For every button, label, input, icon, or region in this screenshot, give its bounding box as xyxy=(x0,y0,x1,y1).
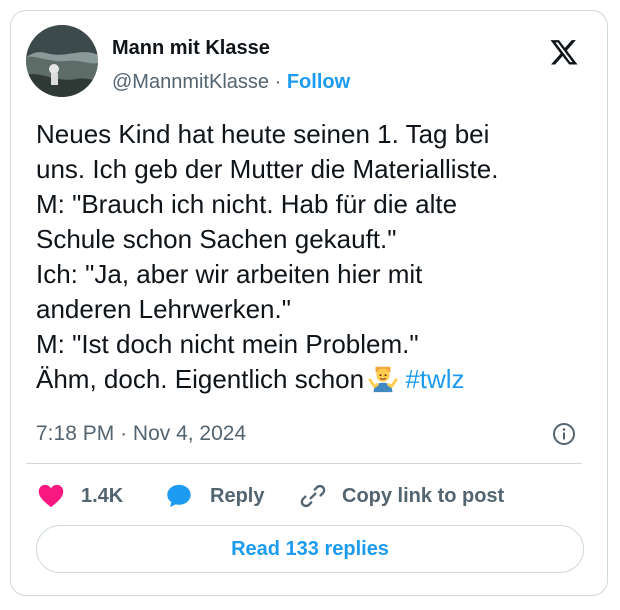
hashtag-link[interactable]: #twlz xyxy=(405,364,464,394)
avatar-image xyxy=(26,25,98,97)
follow-button[interactable]: Follow xyxy=(287,71,350,93)
divider xyxy=(26,463,582,464)
x-logo-icon[interactable] xyxy=(548,37,580,67)
copy-link-button[interactable]: Copy link to post xyxy=(298,481,504,511)
tweet-line: uns. Ich geb der Mutter die Materiallist… xyxy=(36,154,499,184)
time-separator: · xyxy=(120,422,128,445)
info-icon[interactable] xyxy=(552,422,576,446)
handle-separator: · xyxy=(274,71,282,93)
tweet-date: Nov 4, 2024 xyxy=(132,422,247,445)
reply-label: Reply xyxy=(210,484,265,507)
copy-link-label: Copy link to post xyxy=(342,484,505,507)
tweet-line: M: "Brauch ich nicht. Hab für die alte xyxy=(36,189,458,219)
reply-button[interactable]: Reply xyxy=(164,481,264,511)
tweet-line: M: "Ist doch nicht mein Problem." xyxy=(36,329,419,359)
avatar[interactable] xyxy=(26,25,98,97)
tweet-line: Neues Kind hat heute seinen 1. Tag bei xyxy=(36,119,490,149)
tweet-last-line: Ähm, doch. Eigentlich schon #twlz xyxy=(36,362,596,397)
tweet-line: anderen Lehrwerken." xyxy=(36,294,291,324)
tweet-text: Neues Kind hat heute seinen 1. Tag bei u… xyxy=(36,117,596,397)
author-handle-row: @MannmitKlasse · Follow xyxy=(112,71,350,94)
link-icon xyxy=(300,484,326,508)
author-name[interactable]: Mann mit Klasse xyxy=(112,37,270,60)
tweet-timestamp[interactable]: 7:18 PM · Nov 4, 2024 xyxy=(36,422,246,446)
tweet-line: Ähm, doch. Eigentlich schon xyxy=(36,364,365,394)
author-handle[interactable]: @MannmitKlasse xyxy=(112,71,269,93)
tweet-line: Schule schon Sachen gekauft." xyxy=(36,224,397,254)
tweet-time: 7:18 PM xyxy=(36,422,115,445)
reply-bubble-icon xyxy=(167,484,191,508)
man-shrugging-emoji xyxy=(368,366,398,393)
like-button[interactable]: 1.4K xyxy=(36,481,123,511)
heart-icon xyxy=(38,484,64,508)
tweet-line: Ich: "Ja, aber wir arbeiten hier mit xyxy=(36,259,423,289)
read-replies-button[interactable]: Read 133 replies xyxy=(36,525,584,573)
action-bar: 1.4K Reply Copy link to post xyxy=(36,481,576,513)
like-count: 1.4K xyxy=(81,484,124,507)
